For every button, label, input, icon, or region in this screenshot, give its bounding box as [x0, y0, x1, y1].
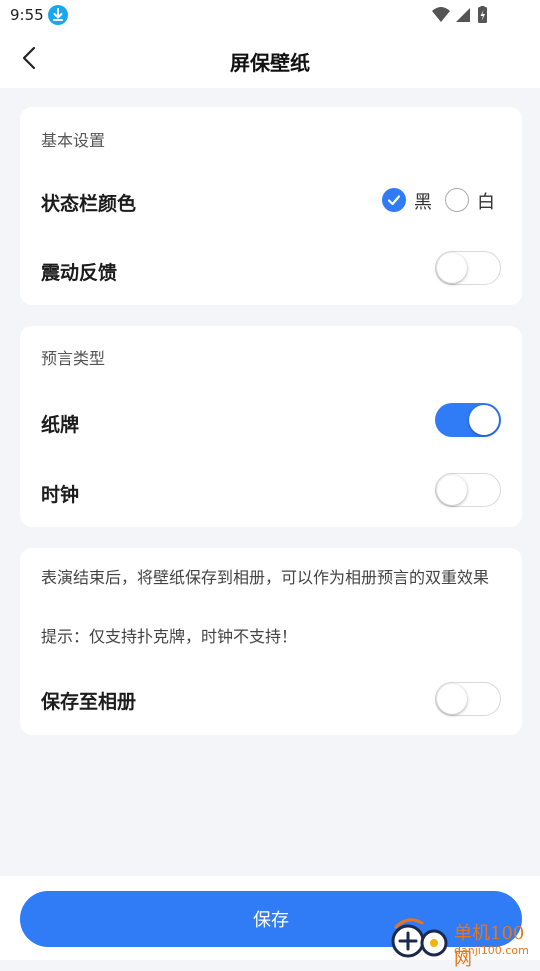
toggle-knob — [469, 405, 499, 435]
signal-icon — [456, 8, 470, 22]
cards-label: 纸牌 — [41, 414, 80, 436]
radio-black-label: 黑 — [414, 192, 432, 213]
nav-bar: 屏保壁纸 — [0, 30, 540, 88]
section-title-prediction: 预言类型 — [41, 349, 106, 368]
battery-icon — [478, 5, 487, 23]
vibration-toggle[interactable] — [435, 251, 501, 285]
status-bar: 9:55 — [0, 0, 540, 30]
wifi-icon — [432, 7, 450, 22]
album-description: 表演结束后，将壁纸保存到相册，可以作为相册预言的双重效果 — [41, 568, 490, 587]
watermark-logo-icon — [391, 918, 448, 958]
cards-toggle[interactable] — [435, 403, 501, 437]
check-icon — [387, 195, 401, 206]
clock-label: 时钟 — [41, 484, 80, 506]
clock-toggle[interactable] — [435, 473, 501, 507]
status-time: 9:55 — [10, 6, 44, 24]
watermark: 单机100网 danji100.com — [388, 913, 540, 970]
prediction-type-card: 预言类型 纸牌 时钟 — [20, 326, 522, 527]
toggle-knob — [437, 684, 467, 714]
vibration-label: 震动反馈 — [41, 262, 118, 284]
page-title: 屏保壁纸 — [230, 51, 310, 75]
album-card: 表演结束后，将壁纸保存到相册，可以作为相册预言的双重效果 提示：仅支持扑克牌，时… — [20, 548, 522, 735]
save-to-album-toggle[interactable] — [435, 682, 501, 716]
radio-black[interactable] — [382, 188, 406, 212]
toggle-knob — [437, 253, 467, 283]
radio-white-label: 白 — [477, 192, 495, 213]
section-title-basic: 基本设置 — [41, 131, 106, 150]
download-badge-icon — [48, 5, 68, 25]
radio-white[interactable] — [445, 188, 469, 212]
status-icons — [430, 5, 510, 24]
toggle-knob — [437, 475, 467, 505]
status-bar-color-radio-group: 黑 白 — [382, 187, 502, 213]
basic-settings-card: 基本设置 状态栏颜色 黑 白 震动反馈 — [20, 107, 522, 305]
save-to-album-label: 保存至相册 — [41, 691, 137, 713]
top-area: 9:55 屏保壁纸 — [0, 0, 540, 88]
status-bar-color-label: 状态栏颜色 — [41, 193, 137, 215]
album-hint: 提示：仅支持扑克牌，时钟不支持！ — [41, 627, 298, 646]
watermark-domain: danji100.com — [454, 944, 529, 957]
